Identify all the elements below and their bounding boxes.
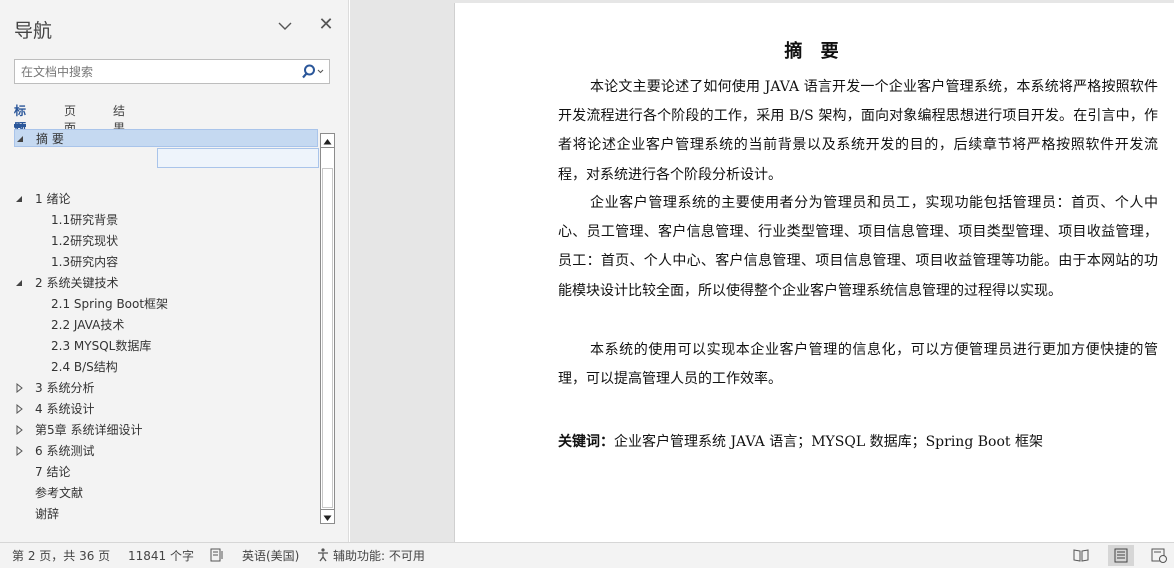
tree-item-label: 1 绪论 xyxy=(35,192,71,206)
tree-item-label: 1.3研究内容 xyxy=(51,255,119,269)
chevron-down-icon[interactable] xyxy=(276,18,294,34)
keywords-label: 关键词： xyxy=(558,434,614,450)
tree-item-label: 7 结论 xyxy=(35,465,71,479)
language-indicator[interactable]: 英语(美国) xyxy=(242,548,299,564)
print-layout-icon[interactable] xyxy=(1108,545,1134,566)
tree-item-label: 3 系统分析 xyxy=(35,381,95,395)
tree-item-label: 6 系统测试 xyxy=(35,444,95,458)
keywords-text: 企业客户管理系统 JAVA 语言；MYSQL 数据库；Spring Boot 框… xyxy=(614,434,1043,450)
heading-drop-indicator xyxy=(157,148,319,168)
abstract-paragraph-1: 本论文主要论述了如何使用 JAVA 语言开发一个企业客户管理系统，本系统将严格按… xyxy=(558,79,1158,183)
collapsed-arrow-icon[interactable] xyxy=(14,404,24,414)
collapsed-arrow-icon[interactable] xyxy=(14,383,24,393)
proofing-icon[interactable] xyxy=(209,547,225,567)
tree-item-label: 第5章 系统详细设计 xyxy=(35,423,143,437)
document-page[interactable]: 摘 要 本论文主要论述了如何使用 JAVA 语言开发一个企业客户管理系统，本系统… xyxy=(454,3,1174,542)
search-box xyxy=(14,59,330,84)
tab-headings[interactable]: 标题 xyxy=(14,102,27,135)
tab-pages[interactable]: 页面 xyxy=(64,102,76,135)
tree-item-label: 参考文献 xyxy=(35,486,84,500)
tree-item-abstract[interactable]: 摘 要 xyxy=(14,129,318,147)
abstract-paragraph-3: 本系统的使用可以实现本企业客户管理的信息化，可以方便管理员进行更加方便快捷的管理… xyxy=(558,342,1158,388)
tree-item-label: 2.2 JAVA技术 xyxy=(51,318,125,332)
keywords-line: 关键词：企业客户管理系统 JAVA 语言；MYSQL 数据库；Spring Bo… xyxy=(558,431,1043,451)
search-icon[interactable] xyxy=(299,62,327,82)
scroll-down-arrow-icon[interactable] xyxy=(321,509,334,523)
tree-item-label: 2.3 MYSQL数据库 xyxy=(51,339,152,353)
tree-item-label: 1.2研究现状 xyxy=(51,234,119,248)
tree-item-label: 4 系统设计 xyxy=(35,402,95,416)
accessibility-icon[interactable] xyxy=(315,547,331,567)
accessibility-status[interactable]: 辅助功能: 不可用 xyxy=(333,548,425,564)
tree-item-label: 2.1 Spring Boot框架 xyxy=(51,297,169,311)
tab-results[interactable]: 结果 xyxy=(113,102,125,135)
tree-item-label: 2 系统关键技术 xyxy=(35,276,119,290)
nav-pane-title: 导航 xyxy=(14,20,53,42)
scroll-thumb[interactable] xyxy=(322,168,333,508)
word-count[interactable]: 11841 个字 xyxy=(128,548,194,564)
web-layout-icon[interactable] xyxy=(1146,545,1172,566)
tree-item-label: 2.4 B/S结构 xyxy=(51,360,118,374)
page-title: 摘 要 xyxy=(784,41,845,62)
nav-scrollbar[interactable] xyxy=(320,133,335,524)
navigation-pane: 导航 ✕ 标题 页面 结果 摘 要 1 绪论 1.1研究背景 xyxy=(0,0,349,542)
read-mode-icon[interactable] xyxy=(1068,545,1094,566)
page-count[interactable]: 第 2 页，共 36 页 xyxy=(12,548,110,564)
close-icon[interactable]: ✕ xyxy=(316,15,336,35)
collapsed-arrow-icon[interactable] xyxy=(14,446,24,456)
expanded-arrow-icon[interactable] xyxy=(15,134,25,144)
tree-item-label: 摘 要 xyxy=(36,132,64,146)
search-input[interactable] xyxy=(15,60,295,83)
expanded-arrow-icon[interactable] xyxy=(14,278,24,288)
scroll-up-arrow-icon[interactable] xyxy=(321,134,334,148)
heading-tree: 摘 要 1 绪论 1.1研究背景 1.2研究现状 1.3研究内容 2 系统关键技… xyxy=(14,128,320,526)
expanded-arrow-icon[interactable] xyxy=(14,194,24,204)
status-bar: 第 2 页，共 36 页 11841 个字 英语(美国) 辅助功能: 不可用 xyxy=(0,542,1174,568)
tree-item-label: 谢辞 xyxy=(35,507,60,521)
abstract-paragraph-2: 企业客户管理系统的主要使用者分为管理员和员工，实现功能包括管理员：首页、个人中心… xyxy=(558,195,1158,299)
tree-item-label: 1.1研究背景 xyxy=(51,213,119,227)
collapsed-arrow-icon[interactable] xyxy=(14,425,24,435)
